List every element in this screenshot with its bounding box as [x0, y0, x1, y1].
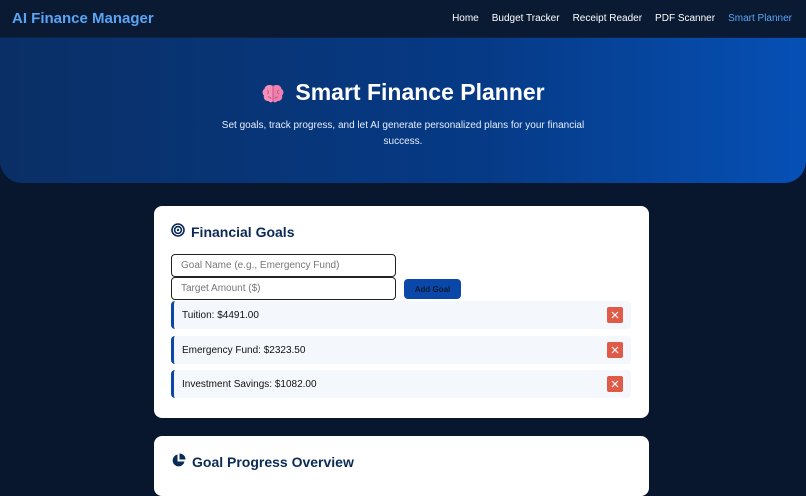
goal-name-input[interactable] [171, 254, 396, 277]
nav-link-receipt-reader[interactable]: Receipt Reader [573, 13, 642, 24]
close-icon [611, 380, 619, 388]
goal-label: Tuition: $4491.00 [182, 309, 259, 321]
pie-chart-icon [171, 453, 186, 471]
close-icon [611, 346, 619, 354]
delete-goal-button[interactable] [607, 307, 623, 323]
brain-icon [261, 83, 285, 103]
goal-label: Investment Savings: $1082.00 [182, 378, 317, 390]
hero-banner: Smart Finance Planner Set goals, track p… [0, 38, 806, 183]
nav-link-pdf-scanner[interactable]: PDF Scanner [655, 13, 715, 24]
nav-link-budget-tracker[interactable]: Budget Tracker [492, 13, 560, 24]
hero-subtitle: Set goals, track progress, and let AI ge… [221, 120, 585, 147]
goal-progress-card: Goal Progress Overview [154, 436, 649, 496]
close-icon [611, 311, 619, 319]
navbar: AI Finance Manager Home Budget Tracker R… [0, 0, 806, 38]
goal-list-item: Tuition: $4491.00 [171, 301, 631, 329]
page-title: Smart Finance Planner [295, 79, 545, 105]
goal-list-item: Emergency Fund: $2323.50 [171, 336, 631, 364]
target-amount-input[interactable] [171, 277, 396, 300]
goal-label: Emergency Fund: $2323.50 [182, 344, 306, 356]
financial-goals-title: Financial Goals [191, 223, 295, 240]
nav-links: Home Budget Tracker Receipt Reader PDF S… [452, 13, 792, 24]
delete-goal-button[interactable] [607, 342, 623, 358]
goal-progress-heading: Goal Progress Overview [171, 453, 354, 471]
nav-link-home[interactable]: Home [452, 13, 479, 24]
financial-goals-card: Financial Goals Add Goal Tuition: $4491.… [154, 206, 649, 418]
target-icon [171, 223, 185, 240]
add-goal-button[interactable]: Add Goal [404, 279, 461, 299]
goal-progress-title: Goal Progress Overview [192, 454, 354, 470]
hero-title-row: Smart Finance Planner [0, 79, 806, 106]
nav-link-smart-planner[interactable]: Smart Planner [728, 13, 792, 24]
financial-goals-heading: Financial Goals [171, 223, 294, 240]
brand-logo[interactable]: AI Finance Manager [12, 10, 154, 27]
goal-list-item: Investment Savings: $1082.00 [171, 370, 631, 398]
delete-goal-button[interactable] [607, 376, 623, 392]
